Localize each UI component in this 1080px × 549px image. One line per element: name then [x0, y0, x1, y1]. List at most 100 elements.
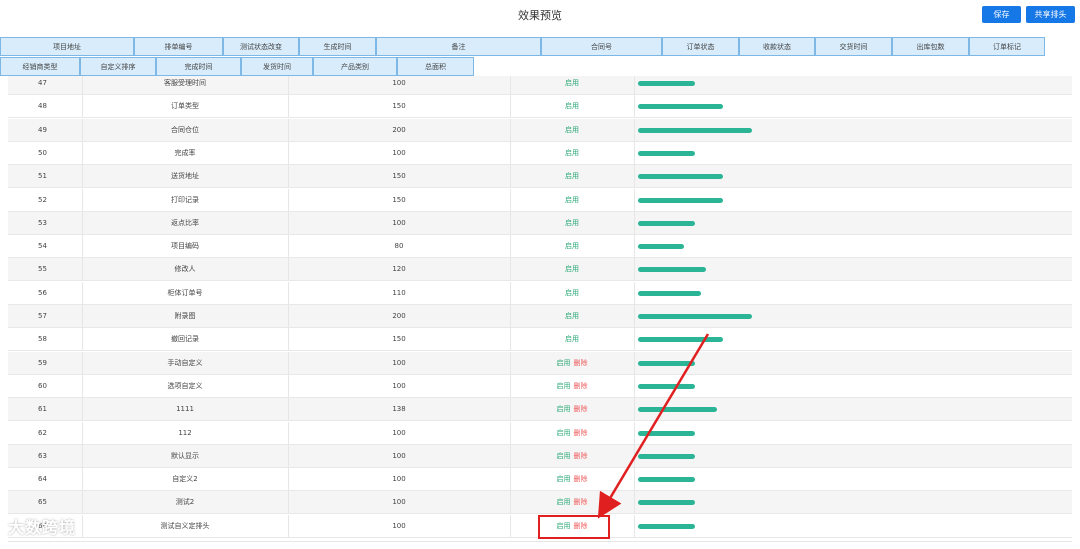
highlight-box	[538, 515, 610, 539]
width-bar[interactable]	[638, 500, 695, 506]
width-bar[interactable]	[638, 150, 695, 156]
enable-link[interactable]: 启用	[565, 335, 579, 343]
column-chip[interactable]: 产品类别	[313, 57, 397, 76]
column-name: 送货地址	[171, 172, 199, 181]
width-bar[interactable]	[638, 127, 752, 133]
enable-link[interactable]: 启用	[557, 452, 571, 460]
enable-link[interactable]: 启用	[565, 289, 579, 297]
width-bar[interactable]	[638, 290, 701, 296]
row-index: 64	[38, 475, 47, 484]
row-actions: 启用 删除	[510, 422, 634, 445]
delete-link[interactable]: 删除	[574, 498, 588, 506]
column-chip-area: 项目地址 排单编号 测试状态改变 生成时间 备注 合同号 订单状态 收款状态 交…	[0, 37, 1080, 77]
delete-link[interactable]: 删除	[574, 429, 588, 437]
column-chip[interactable]: 完成时间	[156, 57, 241, 76]
enable-link[interactable]: 启用	[565, 149, 579, 157]
delete-link[interactable]: 删除	[574, 452, 588, 460]
column-chip[interactable]: 订单状态	[662, 37, 739, 56]
width-bar[interactable]	[638, 314, 752, 319]
column-chip[interactable]: 生成时间	[299, 37, 376, 56]
column-chip[interactable]: 自定义排序	[80, 57, 156, 76]
width-bar[interactable]	[638, 197, 723, 203]
column-divider	[634, 165, 635, 188]
width-bar[interactable]	[638, 244, 684, 250]
row-index: 56	[38, 288, 47, 297]
width-bar[interactable]	[638, 267, 706, 273]
table-row: 54 项目编码 80 启用	[8, 235, 1072, 259]
enable-link[interactable]: 启用	[557, 498, 571, 506]
row-index: 65	[38, 498, 47, 507]
column-chip[interactable]: 出库包数	[892, 37, 969, 56]
row-actions: 启用	[510, 76, 634, 95]
column-width: 100	[392, 498, 406, 507]
enable-link[interactable]: 启用	[557, 382, 571, 390]
delete-link[interactable]: 删除	[574, 359, 588, 367]
column-chip[interactable]: 测试状态改变	[223, 37, 299, 56]
row-actions: 启用 删除	[510, 398, 634, 421]
enable-link[interactable]: 启用	[565, 265, 579, 273]
save-button[interactable]: 保存	[982, 6, 1021, 23]
column-chip[interactable]: 合同号	[541, 37, 662, 56]
table-row: 50 完成率 100 启用	[8, 141, 1072, 165]
column-name: 撤回记录	[171, 335, 199, 344]
row-index: 55	[38, 265, 47, 274]
column-divider	[634, 141, 635, 164]
column-chip[interactable]: 经销商类型	[0, 57, 80, 76]
row-index: 60	[38, 381, 47, 390]
column-width: 100	[392, 475, 406, 484]
column-name: 112	[178, 428, 192, 437]
delete-link[interactable]: 删除	[574, 382, 588, 390]
column-name: 1111	[176, 405, 194, 414]
enable-link[interactable]: 启用	[557, 405, 571, 413]
width-bar[interactable]	[638, 174, 723, 180]
column-name: 测试自义定排头	[160, 521, 210, 530]
enable-link[interactable]: 启用	[557, 359, 571, 367]
enable-link[interactable]: 启用	[565, 242, 579, 250]
delete-link[interactable]: 删除	[574, 475, 588, 483]
column-chip[interactable]: 排单编号	[134, 37, 223, 56]
share-header-button[interactable]: 共享排头	[1026, 6, 1075, 23]
column-width: 150	[392, 172, 406, 181]
enable-link[interactable]: 启用	[565, 312, 579, 320]
row-index: 48	[38, 102, 47, 111]
column-name: 客服受理时间	[164, 79, 206, 87]
column-divider	[634, 514, 635, 537]
enable-link[interactable]: 启用	[565, 126, 579, 134]
column-divider	[634, 444, 635, 467]
row-actions: 启用 删除	[510, 375, 634, 398]
enable-link[interactable]: 启用	[565, 172, 579, 180]
width-bar[interactable]	[638, 407, 717, 413]
enable-link[interactable]: 启用	[565, 219, 579, 227]
column-chip[interactable]: 收款状态	[739, 37, 815, 56]
width-bar[interactable]	[638, 453, 695, 459]
width-bar[interactable]	[638, 383, 695, 389]
column-chip[interactable]: 项目地址	[0, 37, 134, 56]
width-bar[interactable]	[638, 523, 695, 529]
width-bar[interactable]	[638, 104, 723, 110]
column-chip[interactable]: 备注	[376, 37, 541, 56]
width-bar[interactable]	[638, 360, 695, 366]
enable-link[interactable]: 启用	[557, 475, 571, 483]
row-actions: 启用	[510, 235, 634, 258]
row-actions: 启用 删除	[510, 352, 634, 375]
column-width: 100	[392, 79, 406, 87]
table-row: 55 修改人 120 启用	[8, 258, 1072, 282]
column-chip[interactable]: 交货时间	[815, 37, 892, 56]
width-bar[interactable]	[638, 430, 695, 436]
enable-link[interactable]: 启用	[565, 79, 579, 87]
column-chip[interactable]: 发货时间	[241, 57, 313, 76]
row-actions: 启用	[510, 258, 634, 281]
width-bar[interactable]	[638, 477, 695, 483]
delete-link[interactable]: 删除	[574, 405, 588, 413]
column-width: 100	[392, 148, 406, 157]
width-bar[interactable]	[638, 337, 723, 343]
width-bar[interactable]	[638, 220, 695, 226]
enable-link[interactable]: 启用	[565, 102, 579, 110]
column-width: 80	[394, 242, 404, 251]
column-chip[interactable]: 总面积	[397, 57, 474, 76]
enable-link[interactable]: 启用	[557, 429, 571, 437]
enable-link[interactable]: 启用	[565, 196, 579, 204]
width-bar[interactable]	[638, 81, 695, 86]
column-chip[interactable]: 订单标记	[969, 37, 1045, 56]
row-index: 61	[38, 405, 47, 414]
